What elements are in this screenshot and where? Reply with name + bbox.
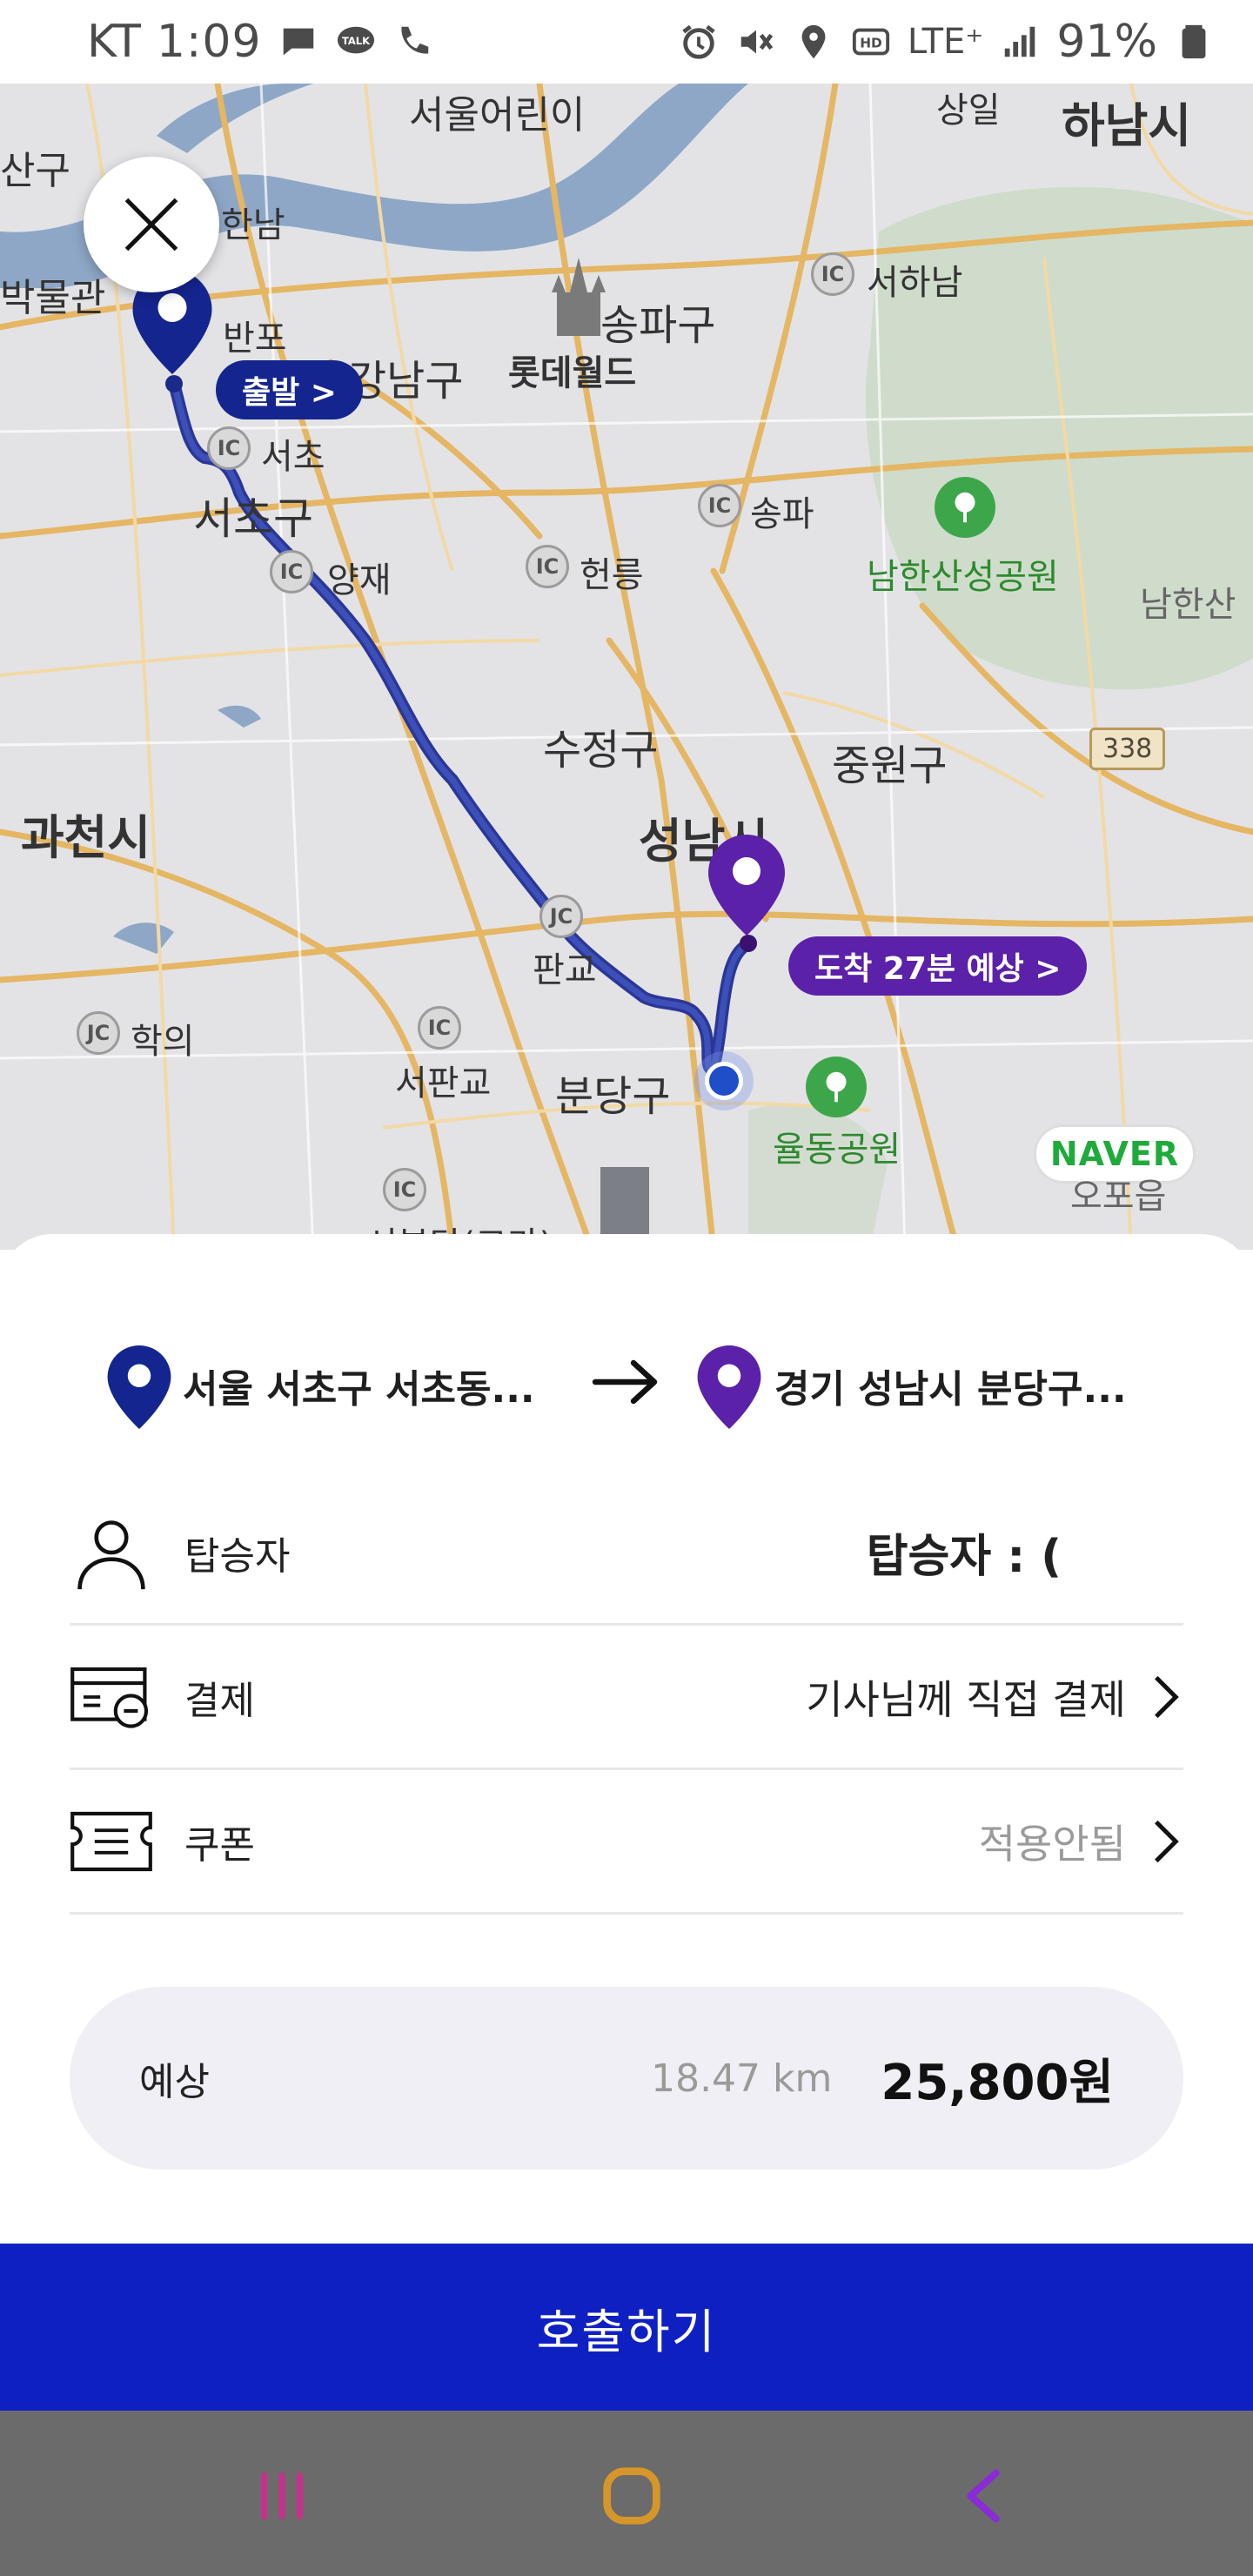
status-bar: KT 1:09 TALK HD LTE⁺ 91% [0,0,1253,84]
passenger-row[interactable]: 탑승자 탑승자 : ( [70,1481,1183,1626]
park-icon [935,477,995,538]
person-icon [70,1518,153,1589]
map-label: 서판교 [395,1063,492,1104]
arrow-right-icon [592,1359,658,1405]
fare-estimate: 예상 18.47 km 25,800원 [70,1987,1183,2170]
recent-apps-icon [260,2472,304,2520]
map-label: 서초 [261,437,325,477]
map-label: 중원구 [832,741,948,790]
home-button[interactable] [588,2452,675,2539]
home-icon [603,2467,660,2525]
distance-value: 18.47 km [651,2056,833,2101]
ic-badge: IC [811,252,854,296]
route-number-badge: 338 [1089,728,1166,770]
back-icon [967,2469,1000,2523]
destination-pin-icon [697,1345,761,1429]
map-view[interactable]: 서울어린이 상일 하남시 산구 한남 박물관 반포 송파구 롯데월드 IC 서하… [0,84,1253,1250]
passenger-label: 탑승자 [184,1533,291,1579]
map-label: 율동공원 [773,1130,901,1170]
route-summary: 서울 서초구 서초동... 경기 성남시 분당구... [0,1330,1253,1434]
fare-price: 25,800원 [881,2054,1114,2111]
park-icon [806,1057,867,1117]
fare-label: 예상 [139,2060,210,2104]
coupon-row[interactable]: 쿠폰 적용안됨 [70,1770,1183,1915]
map-label: 과천시 [21,810,151,865]
map-label: 송파 [750,494,814,534]
ic-badge: IC [698,484,741,527]
arrival-estimate-chip[interactable]: 도착 27분 예상 > [788,936,1088,996]
map-label: 남한산성공원 [867,557,1059,597]
jc-badge: JC [77,1011,120,1055]
kakaotalk-icon: TALK [335,21,377,63]
alarm-icon [678,21,720,63]
ic-badge: IC [418,1006,461,1050]
jc-badge: JC [539,895,583,938]
payment-method: 기사님께 직접 결제 [806,1675,1126,1723]
close-icon [124,198,178,252]
origin-address: 서울 서초구 서초동... [183,1367,535,1412]
map-label: 상일 [936,91,1001,131]
passenger-value: 탑승자 : ( [866,1531,1062,1583]
coupon-label: 쿠폰 [184,1822,255,1868]
map-label: 오포읍 [1070,1177,1167,1217]
current-location-dot [694,1051,754,1110]
chevron-right-icon [1155,1675,1179,1718]
message-icon [278,21,319,63]
hd-voice-icon: HD [850,21,892,63]
close-button[interactable] [84,157,219,292]
battery-icon [1173,21,1215,63]
start-chip[interactable]: 출발 > [216,360,363,419]
system-navigation-bar [0,2411,1253,2576]
chevron-right-icon [1155,1820,1179,1862]
map-label: 헌릉 [580,555,644,595]
booking-sheet: 서울 서초구 서초동... 경기 성남시 분당구... 탑승자 탑승자 : ( … [0,1234,1253,2244]
svg-text:TALK: TALK [342,35,371,47]
map-label: 판교 [533,950,597,990]
battery-percent: 91% [1056,16,1157,68]
map-label: 분당구 [555,1072,671,1121]
map-label: 한남 [221,205,285,245]
map-label: 학의 [131,1022,195,1062]
coupon-status: 적용안됨 [978,1820,1126,1868]
network-label: LTE⁺ [907,22,984,62]
destination-pin-icon [708,835,785,936]
map-label: 남한산 [1140,585,1236,625]
payment-value: 기사님께 직접 결제 [806,1668,1183,1726]
coupon-icon [70,1807,153,1876]
svg-text:HD: HD [860,36,882,51]
map-label: 롯데월드 [508,353,637,393]
coupon-value: 적용안됨 [979,1813,1183,1870]
clock: 1:09 [156,16,262,68]
payment-row[interactable]: 결제 기사님께 직접 결제 [70,1626,1183,1770]
ic-badge: IC [383,1168,426,1211]
map-label: 하남시 [1062,98,1192,153]
ic-badge: IC [526,545,569,588]
carrier-label: KT [87,16,141,68]
map-label: 박물관 [0,276,106,320]
mute-icon [735,21,777,63]
location-icon [793,21,834,63]
back-button[interactable] [940,2452,1027,2539]
card-receipt-icon [70,1662,153,1732]
map-label: 양재 [327,560,392,600]
map-label: 서초구 [193,493,313,544]
map-label: 산구 [0,149,70,193]
signal-icon [999,21,1041,63]
map-label: 송파구 [600,301,716,350]
call-taxi-button[interactable]: 호출하기 [0,2244,1253,2411]
map-label: 수정구 [543,726,659,775]
recent-apps-button[interactable] [238,2452,325,2539]
payment-label: 결제 [184,1678,255,1723]
destination-address: 경기 성남시 분당구... [774,1367,1127,1412]
map-label: 강남구 [348,357,464,406]
map-label: 반포 [223,319,287,359]
map-label: 서울어린이 [409,93,586,138]
origin-pin-icon [107,1345,171,1429]
whowho-call-icon [392,21,434,63]
ic-badge: IC [270,550,313,594]
ic-badge: IC [207,426,251,470]
map-label: 서하남 [867,263,963,303]
